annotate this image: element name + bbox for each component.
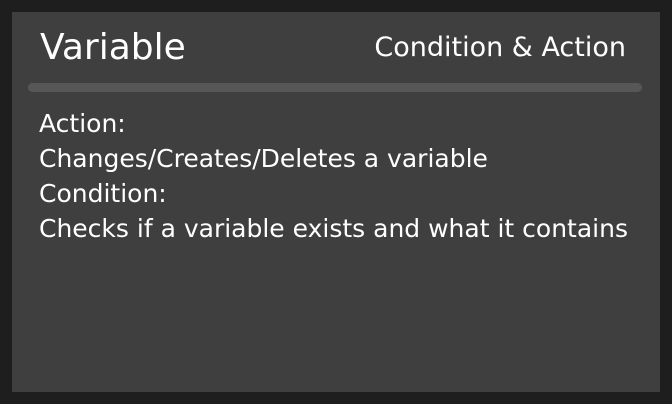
- info-panel: Variable Condition & Action Action: Chan…: [12, 12, 660, 392]
- action-label: Action:: [39, 109, 126, 138]
- panel-title: Variable: [40, 27, 186, 68]
- header-divider: [28, 83, 642, 92]
- action-description: Changes/Creates/Deletes a variable: [39, 144, 488, 173]
- condition-description: Checks if a variable exists and what it …: [39, 214, 628, 243]
- condition-label: Condition:: [39, 179, 167, 208]
- panel-category: Condition & Action: [374, 32, 626, 63]
- description-block: Action: Changes/Creates/Deletes a variab…: [39, 106, 629, 246]
